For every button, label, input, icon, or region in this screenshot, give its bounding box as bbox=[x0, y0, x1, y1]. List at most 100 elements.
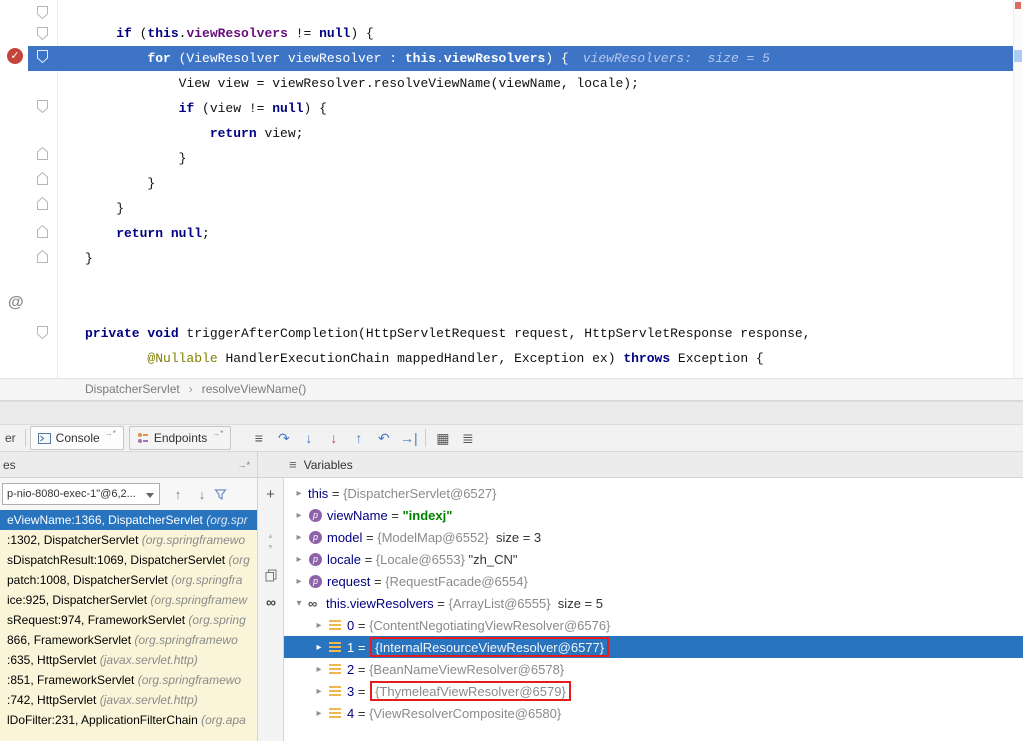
stack-frame-item[interactable]: 866, FrameworkServlet (org.springframewo bbox=[0, 630, 257, 650]
scroll-up-icon[interactable]: ▲ bbox=[258, 533, 283, 540]
step-over-icon[interactable]: ↷ bbox=[271, 430, 296, 447]
variable-row[interactable]: ▸plocale = {Locale@6553} "zh_CN" bbox=[284, 548, 1023, 570]
code-line[interactable]: if (this.viewResolvers != null) { bbox=[0, 21, 1013, 46]
stack-frame-item[interactable]: :635, HttpServlet (javax.servlet.http) bbox=[0, 650, 257, 670]
chevron-right-icon[interactable]: ▸ bbox=[290, 510, 308, 521]
stack-frame-item[interactable]: ice:925, DispatcherServlet (org.springfr… bbox=[0, 590, 257, 610]
breakpoint-icon[interactable]: ✓ bbox=[7, 48, 23, 64]
panel-headers: es →* ≡ Variables bbox=[0, 452, 1023, 478]
code-editor[interactable]: if (this.viewResolvers != null) { for (V… bbox=[0, 0, 1023, 378]
code-text: } bbox=[85, 176, 155, 191]
code-line[interactable]: @Nullable HandlerExecutionChain mappedHa… bbox=[0, 346, 1013, 371]
chevron-right-icon[interactable]: ▸ bbox=[290, 554, 308, 565]
code-line[interactable]: if (view != null) { bbox=[0, 96, 1013, 121]
add-watch-icon[interactable]: + bbox=[258, 486, 283, 503]
breadcrumb-method[interactable]: resolveViewName() bbox=[202, 382, 306, 396]
variable-row[interactable]: ▸pviewName = "indexj" bbox=[284, 504, 1023, 526]
chevron-right-icon[interactable]: ▸ bbox=[310, 708, 328, 719]
chevron-down-icon[interactable]: ▾ bbox=[290, 598, 308, 609]
execution-line[interactable]: for (ViewResolver viewResolver : this.vi… bbox=[0, 46, 1013, 71]
frame-location: :635, HttpServlet bbox=[7, 653, 100, 667]
code-text: throws bbox=[623, 351, 678, 366]
chevron-right-icon[interactable]: ▸ bbox=[310, 686, 328, 697]
variable-name: 4 bbox=[347, 706, 354, 721]
filter-icon[interactable] bbox=[214, 488, 227, 501]
watches-toggle-icon[interactable]: ∞ bbox=[258, 594, 283, 610]
force-step-into-icon[interactable]: ↓ bbox=[321, 430, 346, 446]
variable-row[interactable]: ▸pmodel = {ModelMap@6552} size = 3 bbox=[284, 526, 1023, 548]
code-line[interactable]: return view; bbox=[0, 121, 1013, 146]
drop-frame-icon[interactable]: ↶ bbox=[371, 430, 396, 447]
code-text: if bbox=[85, 26, 140, 41]
chevron-right-icon[interactable]: ▸ bbox=[290, 488, 308, 499]
copy-icon[interactable] bbox=[265, 569, 277, 582]
code-line[interactable] bbox=[0, 296, 1013, 321]
variable-row[interactable]: ▸1 = {InternalResourceViewResolver@6577} bbox=[284, 636, 1023, 658]
code-line[interactable]: } bbox=[0, 246, 1013, 271]
tab-console[interactable]: Console →* bbox=[30, 426, 124, 450]
variable-row[interactable]: ▸this = {DispatcherServlet@6527} bbox=[284, 482, 1023, 504]
variable-name: 2 bbox=[347, 662, 354, 677]
previous-frame-icon[interactable]: ↑ bbox=[166, 487, 190, 502]
tab-endpoints[interactable]: Endpoints →* bbox=[129, 426, 232, 450]
variable-name: request bbox=[327, 574, 370, 589]
scroll-down-icon[interactable]: ▼ bbox=[258, 544, 283, 551]
code-line[interactable]: } bbox=[0, 196, 1013, 221]
code-line[interactable]: View view = viewResolver.resolveViewName… bbox=[0, 71, 1013, 96]
code-text: Exception { bbox=[678, 351, 764, 366]
chevron-right-icon[interactable]: ▸ bbox=[290, 532, 308, 543]
breadcrumb-class[interactable]: DispatcherServlet bbox=[85, 382, 180, 396]
chevron-right-icon[interactable]: ▸ bbox=[310, 664, 328, 675]
toolbar-separator bbox=[425, 429, 426, 447]
variable-row[interactable]: ▾∞this.viewResolvers = {ArrayList@6555} … bbox=[284, 592, 1023, 614]
code-line[interactable]: } bbox=[0, 146, 1013, 171]
variable-row[interactable]: ▸prequest = {RequestFacade@6554} bbox=[284, 570, 1023, 592]
code-line[interactable]: private void triggerAfterCompletion(Http… bbox=[0, 321, 1013, 346]
editor-scrollbar[interactable] bbox=[1013, 0, 1023, 378]
stack-frame-item[interactable]: :742, HttpServlet (javax.servlet.http) bbox=[0, 690, 257, 710]
run-to-cursor-icon[interactable]: →| bbox=[396, 430, 421, 446]
error-stripe-mark[interactable] bbox=[1015, 2, 1021, 9]
dock-icon[interactable]: →* bbox=[237, 460, 250, 470]
settings-lines-icon[interactable]: ≣ bbox=[455, 430, 480, 447]
chevron-right-icon[interactable]: ▸ bbox=[290, 576, 308, 587]
code-text: ) { bbox=[545, 51, 568, 66]
variable-row[interactable]: ▸4 = {ViewResolverComposite@6580} bbox=[284, 702, 1023, 724]
code-text: ; bbox=[202, 226, 210, 241]
stack-frame-item[interactable]: sRequest:974, FrameworkServlet (org.spri… bbox=[0, 610, 257, 630]
step-out-icon[interactable]: ↑ bbox=[346, 430, 371, 446]
code-text: return bbox=[85, 126, 264, 141]
code-line[interactable]: } bbox=[0, 171, 1013, 196]
equals-sign: = bbox=[388, 508, 403, 523]
stack-frame-item[interactable]: sDispatchResult:1069, DispatcherServlet … bbox=[0, 550, 257, 570]
code-text: View view = viewResolver.resolveViewName… bbox=[85, 76, 639, 91]
frames-title-partial: es bbox=[3, 458, 16, 472]
variable-name: model bbox=[327, 530, 362, 545]
equals-sign: = bbox=[354, 618, 369, 633]
variable-row[interactable]: ▸0 = {ContentNegotiatingViewResolver@657… bbox=[284, 614, 1023, 636]
step-into-icon[interactable]: ↓ bbox=[296, 430, 321, 446]
execution-stripe-mark[interactable] bbox=[1014, 50, 1022, 62]
stack-frame-item[interactable]: :1302, DispatcherServlet (org.springfram… bbox=[0, 530, 257, 550]
variable-row[interactable]: ▸3 = {ThymeleafViewResolver@6579} bbox=[284, 680, 1023, 702]
chevron-right-icon[interactable]: ▸ bbox=[310, 642, 328, 653]
stack-frame-item[interactable]: lDoFilter:231, ApplicationFilterChain (o… bbox=[0, 710, 257, 730]
stack-frame-item[interactable]: :851, FrameworkServlet (org.springframew… bbox=[0, 670, 257, 690]
code-line[interactable] bbox=[0, 271, 1013, 296]
layout-menu-icon[interactable]: ≡ bbox=[246, 430, 271, 446]
hamburger-icon[interactable]: ≡ bbox=[289, 457, 297, 472]
chevron-right-icon[interactable]: ▸ bbox=[310, 620, 328, 631]
tab-overflow-icon[interactable]: →* bbox=[212, 429, 223, 438]
variable-value: "indexj" bbox=[403, 508, 453, 523]
next-frame-icon[interactable]: ↓ bbox=[190, 487, 214, 502]
stack-frame-item[interactable]: patch:1008, DispatcherServlet (org.sprin… bbox=[0, 570, 257, 590]
tab-debugger-partial[interactable]: er bbox=[0, 431, 21, 445]
code-line[interactable]: return null; bbox=[0, 221, 1013, 246]
variable-row[interactable]: ▸2 = {BeanNameViewResolver@6578} bbox=[284, 658, 1023, 680]
tab-overflow-icon[interactable]: →* bbox=[105, 429, 116, 438]
stack-frame-item[interactable]: eViewName:1366, DispatcherServlet (org.s… bbox=[0, 510, 257, 530]
variable-value: {ModelMap@6552} bbox=[377, 530, 489, 545]
code-text: this bbox=[147, 26, 178, 41]
view-layout-grid-icon[interactable]: ▦ bbox=[430, 430, 455, 447]
thread-dropdown[interactable]: p-nio-8080-exec-1"@6,2... bbox=[2, 483, 160, 505]
